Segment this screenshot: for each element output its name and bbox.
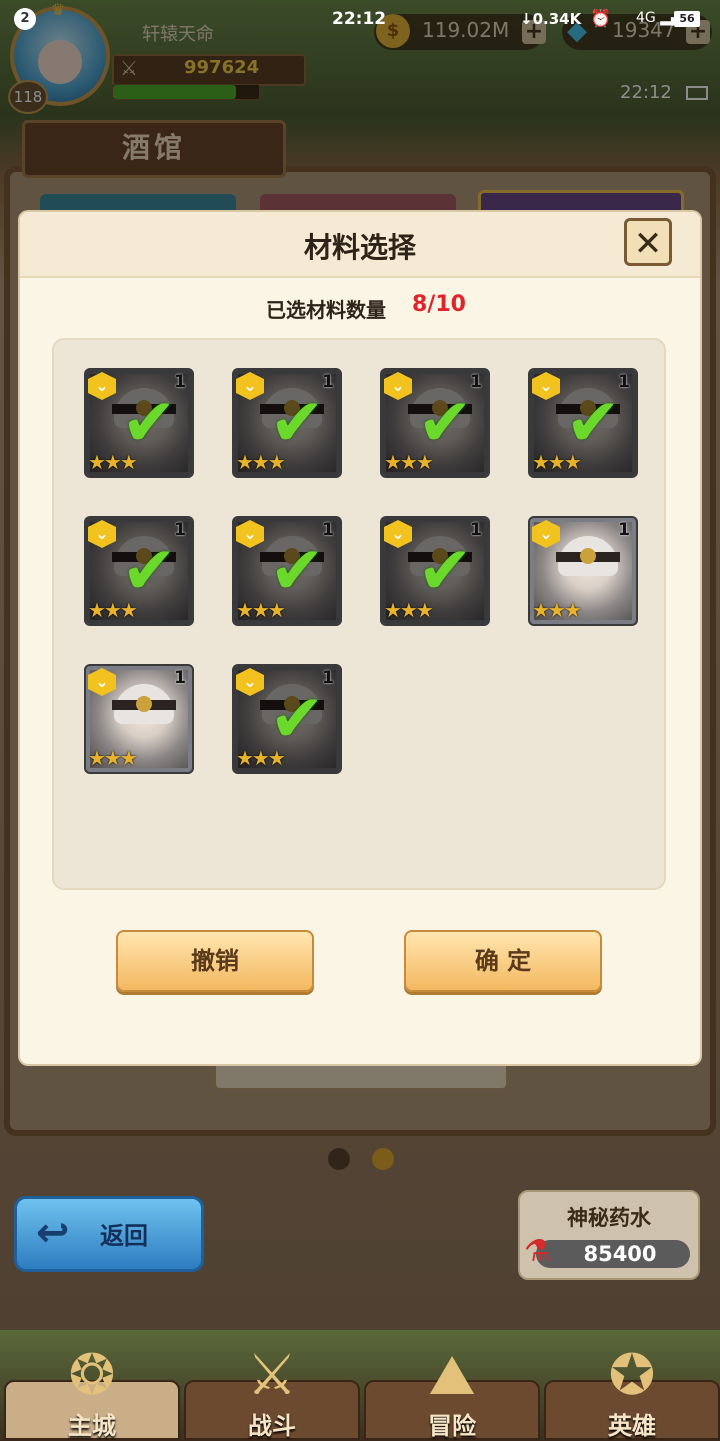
status-time: 22:12 [332, 9, 387, 29]
material-card[interactable]: ✔ ⌄ 1 ★★★ [232, 368, 342, 478]
selected-count-label: 已选材料数量 [266, 298, 386, 322]
confirm-button[interactable]: 确 定 [404, 930, 602, 992]
star-rating: ★★★ [236, 598, 286, 622]
nav-tab-label: 英雄 [608, 1412, 656, 1440]
star-rating: ★★★ [236, 450, 286, 474]
notification-count: 2 [14, 8, 36, 30]
checkmark-icon: ✔ [121, 532, 177, 609]
material-card[interactable]: ⌄ 1 ★★★ [528, 516, 638, 626]
card-level: 1 [618, 372, 630, 392]
star-rating: ★★★ [88, 746, 138, 770]
checkmark-icon: ✔ [565, 384, 621, 461]
potion-title: 神秘药水 [567, 1206, 651, 1230]
star-rating: ★★★ [384, 450, 434, 474]
cancel-button[interactable]: 撤销 [116, 930, 314, 992]
net-speed: ↓0.34K [520, 10, 581, 28]
return-arrow-icon: ↩ [36, 1210, 70, 1256]
dialog-title: 材料选择 [303, 231, 416, 264]
card-level: 1 [322, 520, 334, 540]
material-card[interactable]: ✔ ⌄ 1 ★★★ [84, 516, 194, 626]
status-bar: 2 22:12 ↓0.34K ⏰ 4G ▂▄▆ 56 [0, 0, 720, 40]
material-card[interactable]: ✔ ⌄ 1 ★★★ [232, 664, 342, 774]
checkmark-icon: ✔ [269, 532, 325, 609]
material-card[interactable]: ✔ ⌄ 1 ★★★ [380, 368, 490, 478]
potion-value: 85400 [583, 1242, 657, 1266]
battery-level: 56 [674, 11, 700, 27]
selected-count-value: 8/10 [412, 292, 466, 317]
star-rating: ★★★ [532, 598, 582, 622]
crossed-swords-icon: ⚔ [246, 1343, 298, 1408]
download-icon: ↓ [520, 10, 533, 28]
card-level: 1 [470, 372, 482, 392]
material-card[interactable]: ✔ ⌄ 1 ★★★ [528, 368, 638, 478]
card-level: 1 [470, 520, 482, 540]
return-label: 返回 [100, 1222, 148, 1250]
card-level: 1 [322, 372, 334, 392]
material-card[interactable]: ✔ ⌄ 1 ★★★ [380, 516, 490, 626]
star-rating: ★★★ [384, 598, 434, 622]
city-icon: ❂ [68, 1343, 116, 1408]
card-level: 1 [618, 520, 630, 540]
potion-flask-icon: ⚗ [524, 1234, 551, 1269]
material-card[interactable]: ⌄ 1 ★★★ [84, 664, 194, 774]
material-card[interactable]: ✔ ⌄ 1 ★★★ [84, 368, 194, 478]
nav-tab-label: 冒险 [428, 1412, 476, 1440]
star-rating: ★★★ [532, 450, 582, 474]
card-level: 1 [322, 668, 334, 688]
alarm-icon: ⏰ [590, 9, 612, 29]
card-level: 1 [174, 520, 186, 540]
checkmark-icon: ✔ [417, 384, 473, 461]
star-rating: ★★★ [236, 746, 286, 770]
checkmark-icon: ✔ [417, 532, 473, 609]
nav-tab-label: 战斗 [248, 1412, 296, 1440]
net-speed-value: 0.34K [532, 10, 582, 28]
close-button[interactable]: ✕ [624, 218, 672, 266]
star-rating: ★★★ [88, 598, 138, 622]
scroll-map-icon: ⛰ [428, 1343, 476, 1408]
nav-tab-label: 主城 [68, 1412, 116, 1440]
network-type: 4G [636, 10, 656, 26]
material-card[interactable]: ✔ ⌄ 1 ★★★ [232, 516, 342, 626]
checkmark-icon: ✔ [121, 384, 177, 461]
hero-helmet-icon: ✪ [608, 1343, 656, 1408]
card-level: 1 [174, 372, 186, 392]
star-rating: ★★★ [88, 450, 138, 474]
card-level: 1 [174, 668, 186, 688]
checkmark-icon: ✔ [269, 680, 325, 757]
checkmark-icon: ✔ [269, 384, 325, 461]
